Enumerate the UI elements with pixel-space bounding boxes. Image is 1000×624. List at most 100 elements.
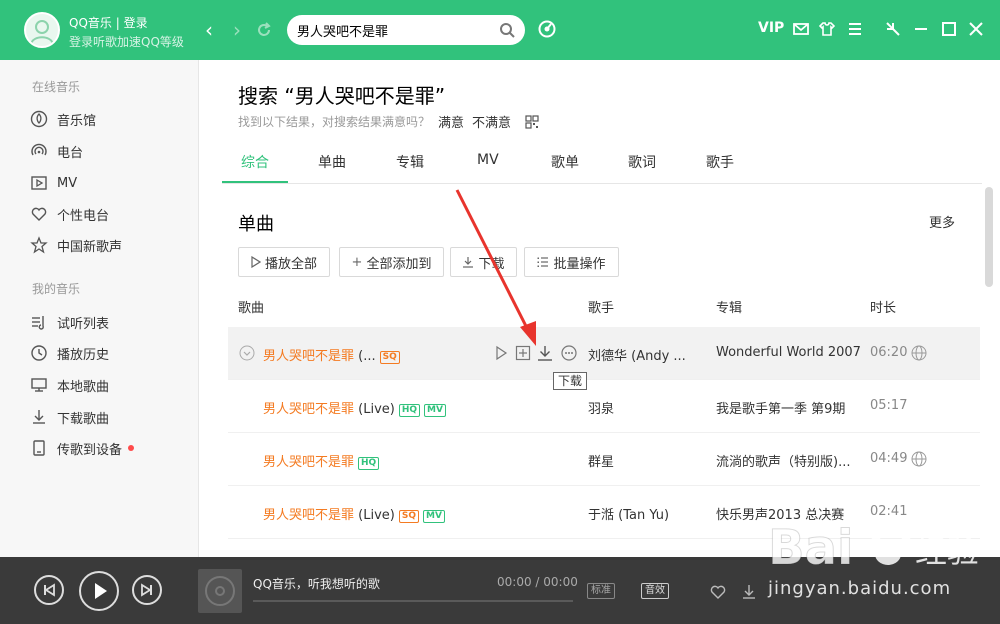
globe-icon[interactable] bbox=[911, 451, 927, 467]
play-icon bbox=[95, 583, 107, 599]
table-row[interactable]: 男人哭吧不是罪 (... SQ 刘德华 (Andy ... Wonderful W… bbox=[228, 327, 980, 380]
album-cell[interactable]: Wonderful World 2007... bbox=[716, 345, 861, 360]
mv-badge[interactable]: MV bbox=[422, 510, 445, 523]
qrcode-icon[interactable] bbox=[525, 114, 539, 129]
heart-radio-icon bbox=[31, 207, 47, 221]
add-all-button[interactable]: + 全部添加到 bbox=[339, 247, 444, 277]
play-all-button[interactable]: 播放全部 bbox=[238, 247, 330, 277]
more-link[interactable]: 更多 bbox=[929, 212, 955, 231]
download-icon bbox=[33, 410, 45, 424]
mail-icon[interactable] bbox=[792, 20, 810, 38]
mv-badge[interactable]: MV bbox=[424, 404, 446, 417]
batch-operation-button[interactable]: 批量操作 bbox=[524, 247, 619, 277]
back-arrow-icon[interactable]: ‹ bbox=[197, 18, 221, 42]
refresh-icon[interactable] bbox=[255, 21, 273, 39]
sidebar-item-mv[interactable]: MV bbox=[30, 172, 77, 194]
album-cell[interactable]: 流淌的歌声（特别版)... bbox=[716, 451, 861, 470]
download-icon bbox=[463, 257, 474, 268]
sidebar-item-label: 传歌到设备 bbox=[57, 442, 123, 458]
progress-bar[interactable] bbox=[253, 600, 573, 602]
quality-button[interactable]: 标准 bbox=[587, 583, 615, 599]
heart-icon[interactable] bbox=[709, 583, 727, 601]
play-icon bbox=[251, 256, 261, 268]
avatar[interactable] bbox=[24, 12, 60, 48]
sidebar-item-music-hall[interactable]: 音乐馆 bbox=[30, 108, 96, 130]
add-all-label: 全部添加到 bbox=[366, 256, 432, 272]
song-title[interactable]: 男人哭吧不是罪 bbox=[263, 455, 354, 470]
next-button[interactable] bbox=[132, 575, 162, 605]
sidebar-item-personal-radio[interactable]: 个性电台 bbox=[30, 203, 109, 225]
song-title[interactable]: 男人哭吧不是罪 bbox=[263, 402, 354, 417]
search-box[interactable] bbox=[287, 15, 525, 45]
song-title-cell[interactable]: 男人哭吧不是罪 HQ bbox=[263, 451, 493, 470]
result-tabs: 综合 单曲 专辑 MV 歌单 歌词 歌手 bbox=[222, 140, 982, 184]
download-icon[interactable] bbox=[740, 583, 758, 601]
song-title-cell[interactable]: 男人哭吧不是罪 (... SQ bbox=[263, 345, 463, 364]
sidebar-item-radio[interactable]: 电台 bbox=[30, 140, 83, 162]
tab-mv[interactable]: MV bbox=[477, 152, 499, 168]
song-title[interactable]: 男人哭吧不是罪 bbox=[263, 508, 354, 523]
song-title-cell[interactable]: 男人哭吧不是罪 (Live) SQ MV bbox=[263, 504, 493, 523]
more-options-icon[interactable] bbox=[561, 345, 577, 361]
satisfied-link[interactable]: 满意 bbox=[438, 112, 464, 131]
computer-icon bbox=[31, 378, 47, 392]
sidebar-item-label: 电台 bbox=[57, 145, 84, 161]
sidebar-item-history[interactable]: 播放历史 bbox=[30, 342, 109, 364]
tab-lyrics[interactable]: 歌词 bbox=[628, 152, 656, 172]
download-icon[interactable] bbox=[537, 345, 553, 361]
forward-arrow-icon[interactable]: › bbox=[225, 18, 249, 42]
menu-icon[interactable] bbox=[846, 20, 864, 38]
login-link[interactable]: QQ音乐 | 登录 bbox=[69, 14, 148, 31]
song-title-cell[interactable]: 男人哭吧不是罪 (Live) HQ MV bbox=[263, 398, 493, 417]
play-icon[interactable] bbox=[493, 345, 509, 361]
scrollbar[interactable] bbox=[985, 187, 993, 287]
login-hint: 登录听歌加速QQ等级 bbox=[69, 35, 184, 49]
star-icon bbox=[30, 236, 48, 254]
tab-comprehensive[interactable]: 综合 bbox=[241, 152, 269, 172]
sidebar-item-transfer-device[interactable]: 传歌到设备 bbox=[30, 437, 135, 459]
tab-songs[interactable]: 单曲 bbox=[318, 152, 346, 172]
table-row[interactable]: 男人哭吧不是罪 (Live) SQ MV 于湉 (Tan Yu) 快乐男声2013 … bbox=[228, 486, 980, 539]
tab-playlists[interactable]: 歌单 bbox=[551, 152, 579, 172]
sidebar-item-local-songs[interactable]: 本地歌曲 bbox=[30, 374, 109, 396]
singer-cell[interactable]: 刘德华 (Andy ... bbox=[588, 345, 688, 364]
search-input[interactable] bbox=[297, 20, 492, 40]
song-title[interactable]: 男人哭吧不是罪 bbox=[263, 349, 354, 364]
sidebar-item-downloads[interactable]: 下载歌曲 bbox=[30, 406, 109, 428]
table-row[interactable]: 男人哭吧不是罪 HQ 群星 流淌的歌声（特别版)... 04:49 bbox=[228, 433, 980, 486]
unsatisfied-link[interactable]: 不满意 bbox=[472, 112, 511, 131]
watermark-url: jingyan.baidu.com bbox=[768, 578, 952, 599]
search-icon[interactable] bbox=[499, 22, 515, 38]
album-cover[interactable] bbox=[198, 569, 242, 613]
globe-icon[interactable] bbox=[911, 345, 927, 361]
sidebar-item-trial-list[interactable]: 试听列表 bbox=[30, 311, 109, 333]
album-cell[interactable]: 快乐男声2013 总决赛 bbox=[716, 504, 861, 523]
album-cell[interactable]: 我是歌手第一季 第9期 bbox=[716, 398, 861, 417]
sidebar-item-new-voice[interactable]: 中国新歌声 bbox=[30, 234, 122, 256]
skin-shirt-icon[interactable] bbox=[818, 20, 836, 38]
table-row[interactable]: 男人哭吧不是罪 (Live) HQ MV 羽泉 我是歌手第一季 第9期 05:17 bbox=[228, 380, 980, 433]
song-version: (Live) bbox=[354, 402, 395, 417]
add-to-icon[interactable] bbox=[515, 345, 531, 361]
download-button[interactable]: 下载 bbox=[450, 247, 517, 277]
maximize-icon[interactable] bbox=[940, 20, 958, 38]
active-tab-indicator bbox=[222, 181, 288, 183]
singer-cell[interactable]: 于湉 (Tan Yu) bbox=[588, 504, 688, 523]
download-label: 下载 bbox=[478, 256, 505, 272]
mini-mode-icon[interactable] bbox=[884, 20, 902, 38]
expand-chevron-icon[interactable] bbox=[239, 345, 255, 361]
singer-cell[interactable]: 群星 bbox=[588, 451, 688, 470]
singer-cell[interactable]: 羽泉 bbox=[588, 398, 688, 417]
minimize-icon[interactable] bbox=[912, 20, 930, 38]
sound-effect-button[interactable]: 音效 bbox=[641, 583, 669, 599]
vip-button[interactable]: VIP bbox=[758, 20, 784, 36]
close-icon[interactable] bbox=[967, 20, 985, 38]
play-pause-button[interactable] bbox=[79, 571, 119, 611]
tab-singers[interactable]: 歌手 bbox=[706, 152, 734, 172]
playlist-icon bbox=[32, 316, 44, 330]
previous-button[interactable] bbox=[34, 575, 64, 605]
listen-recognize-icon[interactable] bbox=[538, 20, 556, 38]
sidebar-item-label: 下载歌曲 bbox=[57, 411, 110, 427]
tab-albums[interactable]: 专辑 bbox=[396, 152, 424, 172]
music-hall-icon bbox=[30, 110, 48, 128]
